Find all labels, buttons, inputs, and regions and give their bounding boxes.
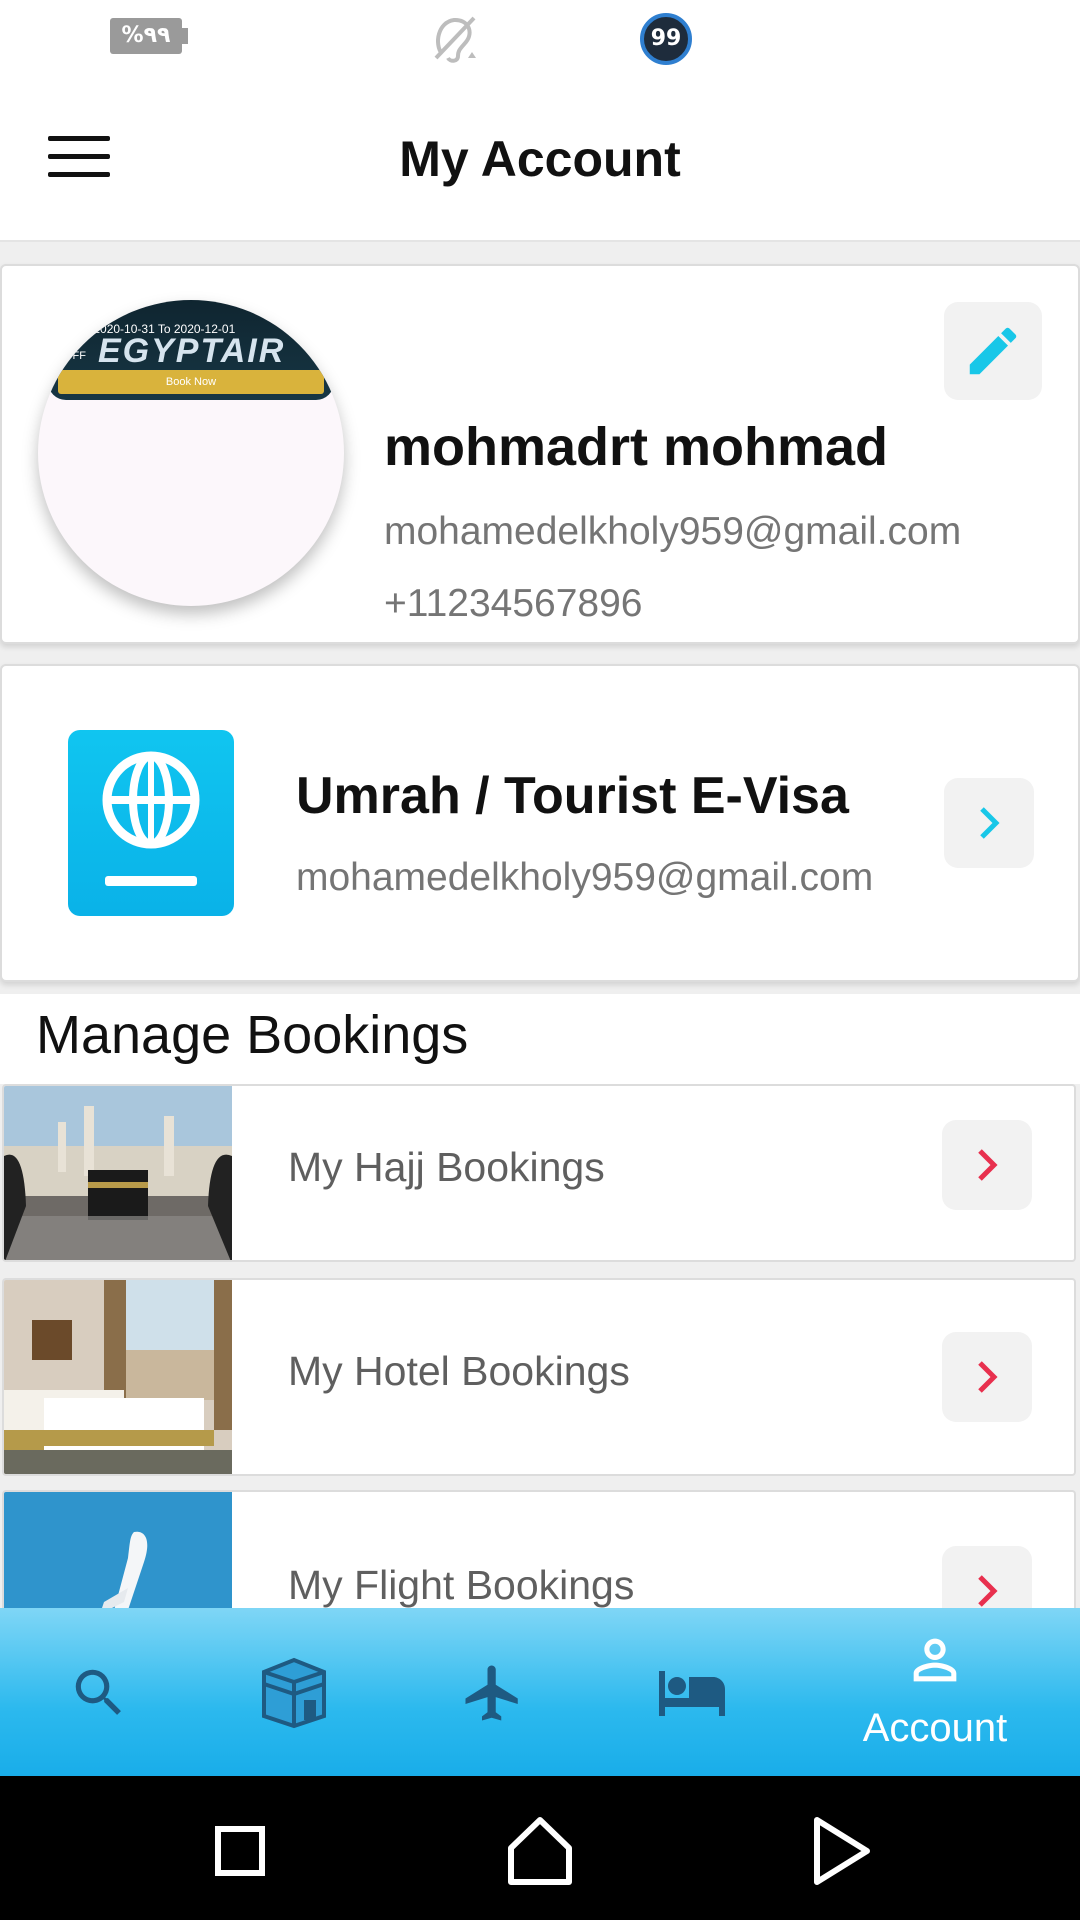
nav-hotels[interactable] [592,1608,792,1776]
avatar-banner-off: OFF [64,350,86,362]
status-bar: %٩٩ 99 [0,0,1080,76]
e-visa-title: Umrah / Tourist E-Visa [296,767,849,825]
avatar[interactable]: ation 2020-10-31 To 2020-12-01 EGYPTAIR … [38,300,344,606]
recent-apps-button[interactable] [195,1806,285,1896]
e-visa-email: mohamedelkholy959@gmail.com [296,856,874,899]
home-button[interactable] [495,1806,585,1896]
chevron-right-icon [978,1575,998,1607]
hotel-bookings-label: My Hotel Bookings [288,1348,630,1394]
search-icon [75,1669,121,1715]
nav-search[interactable] [0,1608,196,1776]
nav-flights[interactable] [396,1608,592,1776]
hotel-bookings-open-button[interactable] [942,1332,1032,1422]
e-visa-card[interactable]: Umrah / Tourist E-Visa mohamedelkholy959… [0,664,1080,982]
passport-globe-icon [68,730,234,916]
manage-bookings-heading: Manage Bookings [36,1005,469,1065]
hotel-room-photo [4,1280,232,1474]
user-phone: +11234567896 [384,582,643,625]
pencil-icon [969,327,1017,375]
kaaba-icon [262,1657,326,1729]
e-visa-open-button[interactable] [944,778,1034,868]
user-email: mohamedelkholy959@gmail.com [384,510,962,553]
back-button[interactable] [795,1806,885,1896]
app-header: My Account [0,76,1080,242]
my-account-screen: %٩٩ 99 My Account ation 2020-10-31 To 20… [0,0,1080,1920]
notification-count-badge: 99 [640,13,692,65]
hajj-bookings-open-button[interactable] [942,1120,1032,1210]
chevron-right-icon [978,1361,998,1393]
profile-card: ation 2020-10-31 To 2020-12-01 EGYPTAIR … [0,264,1080,644]
system-navigation-bar [0,1776,1080,1920]
bed-icon [659,1671,725,1716]
kaaba-photo [4,1086,232,1260]
square-icon [215,1826,265,1876]
battery-level-text: %٩٩ [110,18,182,54]
hotel-bookings-row[interactable]: My Hotel Bookings [2,1278,1076,1476]
avatar-banner-brand: EGYPTAIR [98,332,286,370]
airplane-icon [465,1665,518,1721]
account-icon [913,1638,957,1682]
nav-umrah[interactable] [196,1608,396,1776]
play-triangle-icon [814,1817,870,1885]
page-title: My Account [399,131,681,187]
nav-account[interactable]: Account [830,1608,1040,1776]
nav-account-label: Account [862,1706,1008,1750]
battery-icon: %٩٩ [110,18,188,54]
user-name: mohmadrt mohmad [384,417,889,477]
hajj-bookings-label: My Hajj Bookings [288,1144,605,1190]
avatar-banner-book-button: Book Now [58,370,324,394]
edit-profile-button[interactable] [944,302,1042,400]
chevron-right-icon [980,807,1000,839]
chevron-right-icon [978,1149,998,1181]
bottom-navigation-bar: Account [0,1608,1080,1776]
flight-bookings-label: My Flight Bookings [288,1562,635,1608]
home-icon [508,1817,572,1885]
manage-bookings-section: Manage Bookings [0,994,1080,1084]
hearing-aid-icon [428,14,484,64]
hajj-bookings-row[interactable]: My Hajj Bookings [2,1084,1076,1262]
